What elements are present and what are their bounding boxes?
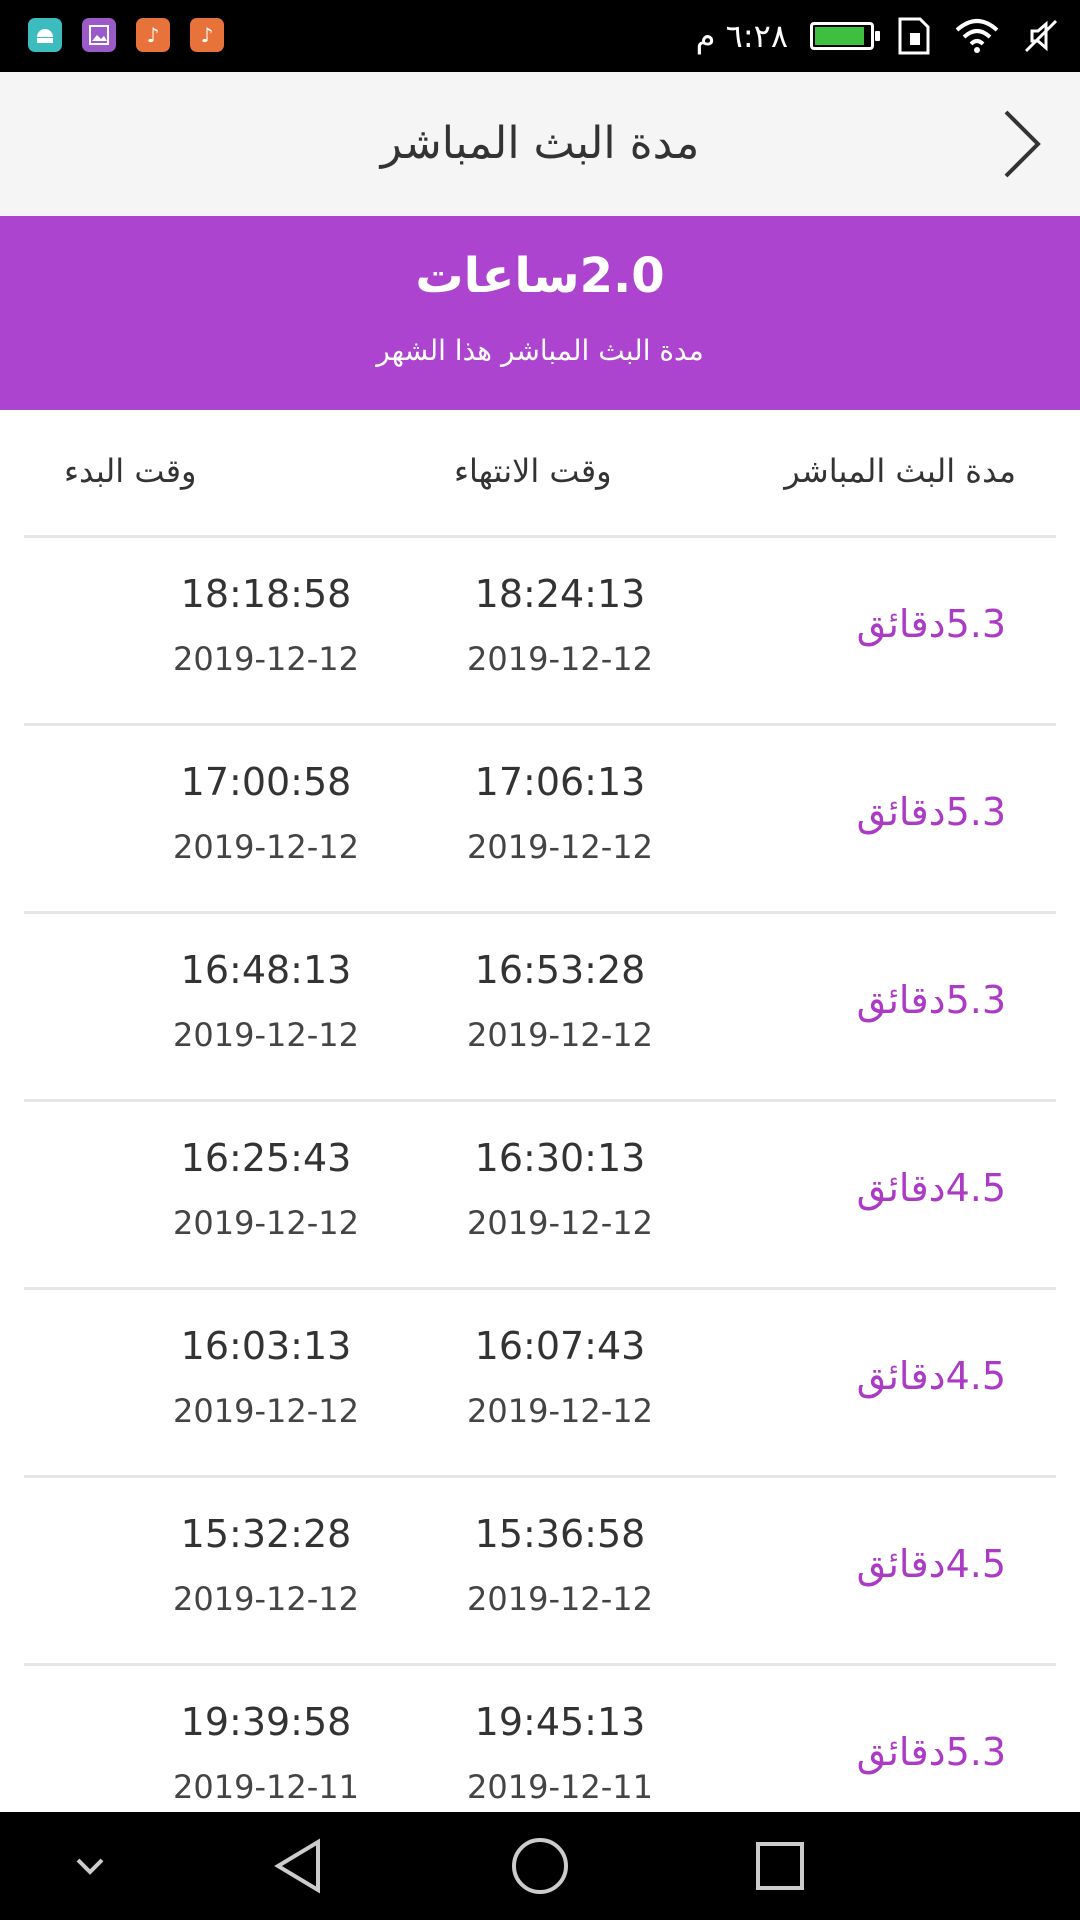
table-row: 16:03:13 2019-12-12 16:07:43 2019-12-12 … (24, 1290, 1056, 1478)
start-time: 18:18:58 (180, 572, 352, 616)
table-row: 16:25:43 2019-12-12 16:30:13 2019-12-12 … (24, 1102, 1056, 1290)
notification-apps: ♪ ♪ (28, 18, 224, 52)
mute-icon (1024, 19, 1058, 53)
start-date: 2019-12-12 (173, 1016, 359, 1054)
end-time: 17:06:13 (474, 760, 646, 804)
table-row: 19:39:58 2019-12-11 19:45:13 2019-12-11 … (24, 1666, 1056, 1812)
summary-value: 2.0ساعات (415, 248, 665, 304)
recents-square-icon[interactable] (750, 1836, 810, 1896)
home-circle-icon[interactable] (510, 1836, 570, 1896)
end-time: 16:07:43 (474, 1324, 646, 1368)
duration-value: 5.3دقائق (856, 978, 1006, 1022)
duration-value: 4.5دقائق (856, 1166, 1006, 1210)
android-icon (28, 18, 62, 52)
end-date: 2019-12-12 (467, 1392, 653, 1430)
status-bar: ♪ ♪ ٦:٢٨ م (0, 0, 1080, 72)
duration-value: 4.5دقائق (856, 1354, 1006, 1398)
end-date: 2019-12-11 (467, 1768, 653, 1806)
system-nav-bar (0, 1812, 1080, 1920)
music-icon: ♪ (136, 18, 170, 52)
duration-value: 5.3دقائق (856, 1730, 1006, 1774)
column-header-end: وقت الانتهاء (454, 452, 612, 490)
start-time: 17:00:58 (180, 760, 352, 804)
start-date: 2019-12-12 (173, 1204, 359, 1242)
sim-icon (898, 17, 930, 55)
back-button[interactable] (982, 102, 1062, 186)
table-row: 18:18:58 2019-12-12 18:24:13 2019-12-12 … (24, 538, 1056, 726)
column-header-duration: مدة البث المباشر (784, 452, 1016, 490)
summary-label: مدة البث المباشر هذا الشهر (376, 334, 704, 367)
start-time: 16:25:43 (180, 1136, 352, 1180)
table-row: 15:32:28 2019-12-12 15:36:58 2019-12-12 … (24, 1478, 1056, 1666)
end-time: 16:53:28 (474, 948, 646, 992)
end-time: 16:30:13 (474, 1136, 646, 1180)
end-time: 19:45:13 (474, 1700, 646, 1744)
start-time: 19:39:58 (180, 1700, 352, 1744)
end-date: 2019-12-12 (467, 640, 653, 678)
start-time: 16:48:13 (180, 948, 352, 992)
back-triangle-icon[interactable] (270, 1836, 330, 1896)
table-header: مدة البث المباشر وقت الانتهاء وقت البدء (24, 410, 1056, 538)
start-date: 2019-12-12 (173, 828, 359, 866)
gallery-icon (82, 18, 116, 52)
end-time: 15:36:58 (474, 1512, 646, 1556)
start-date: 2019-12-12 (173, 640, 359, 678)
column-header-start: وقت البدء (64, 452, 197, 490)
app-header: مدة البث المباشر (0, 72, 1080, 216)
end-date: 2019-12-12 (467, 828, 653, 866)
start-date: 2019-12-12 (173, 1580, 359, 1618)
table-row: 17:00:58 2019-12-12 17:06:13 2019-12-12 … (24, 726, 1056, 914)
end-date: 2019-12-12 (467, 1580, 653, 1618)
duration-value: 5.3دقائق (856, 602, 1006, 646)
page-title: مدة البث المباشر (380, 118, 700, 169)
end-time: 18:24:13 (474, 572, 646, 616)
status-icons: ٦:٢٨ م (696, 0, 1060, 72)
chevron-right-icon (1004, 110, 1041, 178)
end-date: 2019-12-12 (467, 1016, 653, 1054)
duration-value: 5.3دقائق (856, 790, 1006, 834)
music-icon: ♪ (190, 18, 224, 52)
sessions-list: 18:18:58 2019-12-12 18:24:13 2019-12-12 … (24, 538, 1056, 1812)
end-date: 2019-12-12 (467, 1204, 653, 1242)
collapse-icon[interactable] (60, 1836, 120, 1896)
start-time: 15:32:28 (180, 1512, 352, 1556)
start-date: 2019-12-12 (173, 1392, 359, 1430)
monthly-summary: 2.0ساعات مدة البث المباشر هذا الشهر (0, 216, 1080, 410)
start-time: 16:03:13 (180, 1324, 352, 1368)
clock: ٦:٢٨ م (695, 17, 788, 55)
duration-value: 4.5دقائق (856, 1542, 1006, 1586)
start-date: 2019-12-11 (173, 1768, 359, 1806)
table-row: 16:48:13 2019-12-12 16:53:28 2019-12-12 … (24, 914, 1056, 1102)
wifi-icon (955, 19, 999, 53)
battery-icon (810, 22, 880, 50)
